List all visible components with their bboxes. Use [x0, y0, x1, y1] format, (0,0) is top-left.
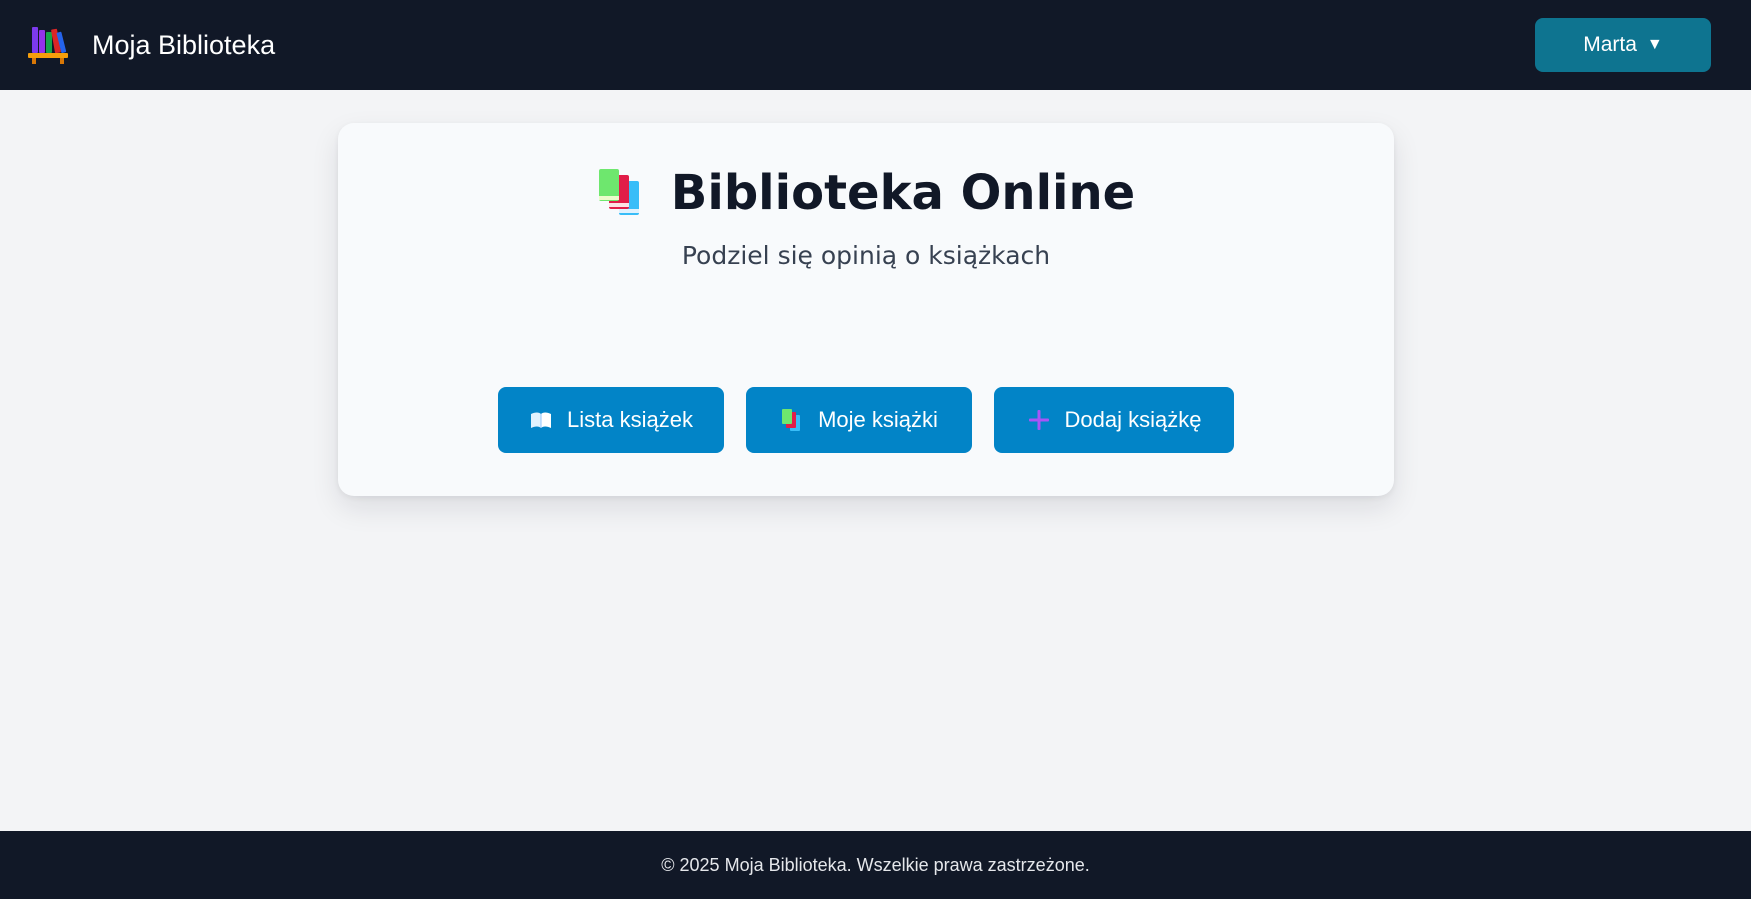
- page-subtitle: Podziel się opinią o książkach: [681, 241, 1051, 270]
- books-stack-icon: [598, 169, 639, 215]
- page-title: Biblioteka Online: [670, 165, 1136, 221]
- user-name: Marta: [1583, 33, 1637, 56]
- add-book-button[interactable]: Dodaj książkę: [994, 387, 1234, 453]
- brand-title: Moja Biblioteka: [92, 29, 276, 60]
- my-books-button[interactable]: Moje książki: [746, 387, 972, 453]
- book-list-button[interactable]: Lista książek: [498, 387, 724, 453]
- open-book-icon: [531, 412, 552, 428]
- caret-down-icon: ▼: [1646, 36, 1663, 53]
- top-navbar: Moja Biblioteka Marta ▼: [0, 0, 1751, 90]
- books-stack-icon: [782, 409, 801, 431]
- book-list-label: Lista książek: [567, 407, 693, 432]
- copyright-text: © 2025 Moja Biblioteka. Wszelkie prawa z…: [661, 854, 1090, 875]
- footer: © 2025 Moja Biblioteka. Wszelkie prawa z…: [0, 831, 1751, 899]
- action-buttons: Lista książek Moje książki Dodaj książkę: [498, 387, 1234, 453]
- brand[interactable]: Moja Biblioteka: [26, 23, 275, 67]
- books-on-shelf-icon: [28, 27, 68, 64]
- hero-card: Biblioteka Online Podziel się opinią o k…: [338, 123, 1394, 496]
- page: Moja Biblioteka Marta ▼ Biblioteka Onlin…: [0, 0, 1751, 899]
- add-book-label: Dodaj książkę: [1064, 407, 1202, 432]
- my-books-label: Moje książki: [818, 407, 938, 432]
- title-row: Biblioteka Online: [338, 165, 1394, 221]
- user-menu-button[interactable]: Marta ▼: [1535, 18, 1711, 72]
- plus-icon: [1028, 410, 1049, 430]
